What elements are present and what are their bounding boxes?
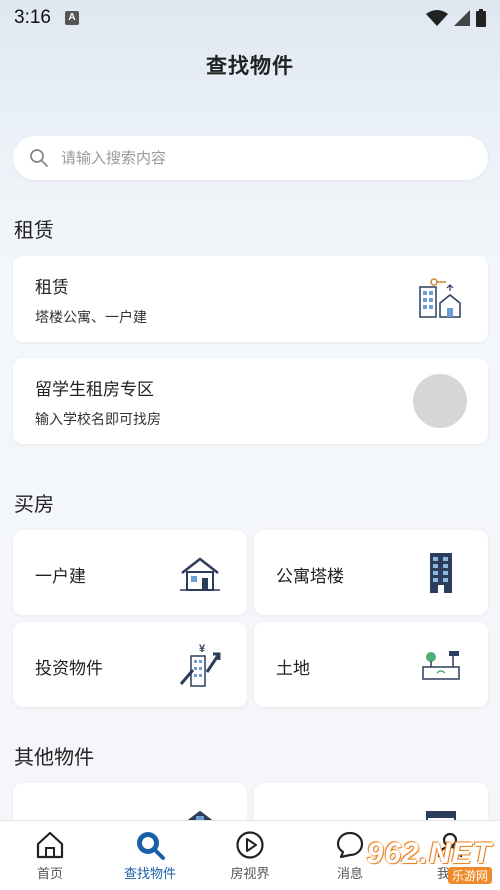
search-bar[interactable]: [13, 136, 488, 180]
search-icon: [137, 832, 165, 860]
tower-icon: [414, 546, 468, 600]
investment-card[interactable]: 投资物件 ¥: [13, 622, 247, 707]
watermark-text: 962.NET: [366, 836, 492, 870]
search-icon: [30, 149, 48, 167]
house-icon: [173, 546, 227, 600]
nav-home[interactable]: 首页: [10, 829, 90, 882]
detached-house-card[interactable]: 一户建: [13, 530, 247, 615]
watermark-subtext: 乐游网: [447, 866, 492, 884]
signal-icon: [454, 10, 470, 26]
apartment-tower-card[interactable]: 公寓塔楼: [254, 530, 488, 615]
nav-label: 查找物件: [123, 867, 176, 882]
page-title: 查找物件: [206, 54, 294, 78]
search-input[interactable]: [61, 149, 441, 167]
card-title: 土地: [276, 659, 310, 679]
watermark-logo: 962.NET 乐游网: [352, 832, 498, 888]
status-icons: [426, 9, 486, 27]
card-title: 一户建: [35, 567, 86, 587]
card-subtitle: 输入学校名即可找房: [35, 412, 161, 428]
card-title: 公寓塔楼: [276, 567, 344, 587]
image-placeholder: [413, 374, 467, 428]
notification-icon: A: [64, 11, 79, 25]
card-title: 留学生租房专区: [35, 380, 154, 400]
nav-label: 房视界: [230, 867, 270, 882]
rental-card[interactable]: 租赁 塔楼公寓、一户建: [13, 256, 488, 342]
section-title-rental: 租赁: [14, 218, 54, 242]
status-bar: 3:16 A: [0, 0, 500, 36]
student-rental-card[interactable]: 留学生租房专区 输入学校名即可找房: [13, 358, 488, 444]
nav-label: 首页: [36, 867, 63, 882]
svg-text:¥: ¥: [199, 643, 206, 655]
nav-search[interactable]: 查找物件: [110, 829, 190, 882]
card-subtitle: 塔楼公寓、一户建: [35, 310, 147, 326]
card-title: 投资物件: [35, 659, 103, 679]
land-card[interactable]: 土地: [254, 622, 488, 707]
investment-icon: ¥: [173, 638, 227, 692]
status-time: 3:16: [14, 7, 51, 28]
battery-icon: [476, 9, 486, 27]
section-title-other: 其他物件: [14, 745, 94, 769]
section-title-buy: 买房: [14, 492, 54, 516]
play-icon: [236, 831, 264, 859]
wifi-icon: [426, 10, 448, 26]
home-icon: [36, 831, 64, 859]
nav-house-view[interactable]: 房视界: [210, 829, 290, 882]
land-icon: [414, 638, 468, 692]
rental-building-icon: [413, 272, 467, 326]
card-title: 租赁: [35, 278, 69, 298]
